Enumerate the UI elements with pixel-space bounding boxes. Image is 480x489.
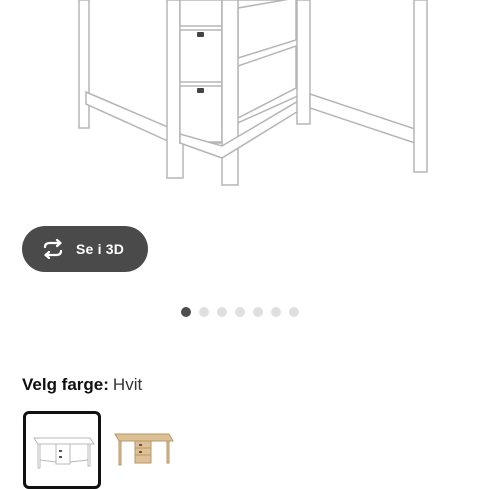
carousel-dot-7[interactable] bbox=[289, 307, 299, 317]
view-in-3d-button[interactable]: Se i 3D bbox=[22, 226, 148, 272]
carousel-pagination bbox=[181, 307, 299, 317]
white-table-thumbnail bbox=[33, 437, 95, 469]
rotate-arrows-icon bbox=[40, 238, 66, 260]
birch-table-thumbnail bbox=[114, 433, 174, 466]
carousel-dot-1[interactable] bbox=[181, 307, 191, 317]
view-in-3d-label: Se i 3D bbox=[76, 241, 125, 257]
color-label: Velg farge: bbox=[22, 375, 109, 394]
carousel-dot-3[interactable] bbox=[217, 307, 227, 317]
white-table-swatch[interactable] bbox=[23, 411, 101, 489]
product-image[interactable] bbox=[0, 0, 480, 200]
carousel-dot-4[interactable] bbox=[235, 307, 245, 317]
carousel-dot-5[interactable] bbox=[253, 307, 263, 317]
birch-table-swatch[interactable] bbox=[106, 411, 184, 489]
carousel-dot-6[interactable] bbox=[271, 307, 281, 317]
carousel-dot-2[interactable] bbox=[199, 307, 209, 317]
table-illustration bbox=[78, 0, 428, 186]
color-selector-heading: Velg farge: Hvit bbox=[22, 375, 142, 395]
selected-color-value: Hvit bbox=[112, 375, 143, 394]
